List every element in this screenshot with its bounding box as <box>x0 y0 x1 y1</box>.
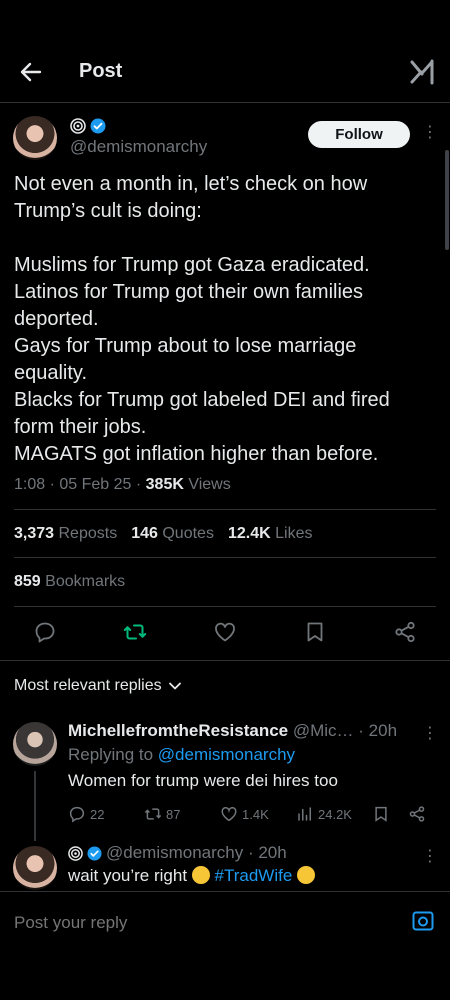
divider <box>14 557 436 558</box>
reply-like-button[interactable]: 1.4K <box>220 805 269 823</box>
likes-stat[interactable]: 12.4K Likes <box>228 525 313 543</box>
reply-icon <box>69 806 85 823</box>
reply-more-options-icon[interactable]: ⋮ <box>422 846 438 866</box>
reply-avatar[interactable] <box>13 722 57 766</box>
zany-face-emoji-icon <box>297 866 316 884</box>
reply-reposts-count: 87 <box>166 806 181 822</box>
views-count: 385K <box>145 476 184 493</box>
replying-to-handle[interactable]: @demismonarchy <box>158 745 295 764</box>
chevron-down-icon <box>168 682 181 690</box>
replies-sort-dropdown[interactable]: Most relevant replies <box>14 677 181 695</box>
engagement-stats: 3,373 Reposts 146 Quotes 12.4K Likes <box>14 525 312 543</box>
reply-views-button[interactable]: 24.2K <box>296 805 352 823</box>
author-handle[interactable]: @demismonarchy <box>70 137 207 157</box>
divider <box>14 509 436 510</box>
reposts-count: 3,373 <box>14 525 55 542</box>
reply-icon[interactable] <box>33 620 57 644</box>
reply-more-options-icon[interactable]: ⋮ <box>422 723 438 743</box>
reply-handle-time: @demismonarchy · 20h <box>106 843 287 862</box>
views-chart-icon <box>298 807 311 821</box>
verified-badge-icon <box>87 845 102 861</box>
follow-button[interactable]: Follow <box>308 121 410 148</box>
more-options-icon[interactable]: ⋮ <box>422 122 438 144</box>
crying-face-emoji-icon <box>191 866 210 884</box>
x-grok-logo-icon[interactable] <box>408 58 436 86</box>
reply-header: @demismonarchy · 20h <box>68 843 287 863</box>
replying-to-prefix: Replying to <box>68 745 158 764</box>
repost-icon <box>144 808 162 820</box>
camera-icon[interactable] <box>411 909 435 933</box>
back-arrow-icon[interactable] <box>20 62 42 82</box>
author-avatar[interactable] <box>13 116 57 160</box>
divider <box>14 606 436 607</box>
likes-label: Likes <box>275 525 313 542</box>
hashtag-link[interactable]: #TradWife <box>215 866 293 885</box>
reply-reply-button[interactable]: 22 <box>68 805 104 823</box>
reply-repost-button[interactable]: 87 <box>144 805 180 823</box>
page-title: Post <box>79 60 123 82</box>
reposts-label: Reposts <box>58 525 118 542</box>
spiral-emoji-icon <box>70 118 86 134</box>
reply-text-body: wait you’re right <box>68 866 192 885</box>
views-label: Views <box>183 476 231 493</box>
post-meta: 1:08 · 05 Feb 25 · 385K Views <box>14 476 231 494</box>
reply-text: Women for trump were dei hires too <box>68 771 338 790</box>
reply-author-name[interactable]: MichellefromtheResistance <box>68 721 288 740</box>
reply-input[interactable] <box>14 913 374 933</box>
spiral-emoji-icon <box>68 845 83 861</box>
reply-views-count: 24.2K <box>318 806 352 822</box>
bookmarks-label: Bookmarks <box>45 573 126 590</box>
post-timestamp: 1:08 · 05 Feb 25 · <box>14 476 146 493</box>
post-text: Not even a month in, let’s check on how … <box>14 173 390 465</box>
bookmark-icon[interactable] <box>303 620 327 644</box>
share-icon[interactable] <box>393 620 417 644</box>
reposts-stat[interactable]: 3,373 Reposts <box>14 525 117 543</box>
reply-replies-count: 22 <box>90 806 105 822</box>
quotes-stat[interactable]: 146 Quotes <box>131 525 214 543</box>
reply-avatar[interactable] <box>13 846 57 890</box>
bookmarks-stat[interactable]: 859 Bookmarks <box>14 573 125 591</box>
like-icon <box>221 806 237 822</box>
verified-badge-icon <box>90 118 106 134</box>
reply-composer <box>0 891 450 951</box>
reply-likes-count: 1.4K <box>242 806 269 822</box>
likes-count: 12.4K <box>227 525 271 542</box>
section-divider <box>0 660 450 661</box>
top-bar: Post <box>0 40 450 103</box>
bookmarks-count: 859 <box>14 573 41 590</box>
scrollbar[interactable] <box>445 150 449 250</box>
quotes-count: 146 <box>131 525 158 542</box>
reply-handle-time: @Mic… · 20h <box>288 721 398 740</box>
like-icon[interactable] <box>213 620 237 644</box>
reply-text: wait you’re right #TradWife <box>68 866 316 886</box>
repost-icon[interactable] <box>123 620 147 644</box>
replying-to: Replying to @demismonarchy <box>68 745 295 765</box>
reply-header: MichellefromtheResistance @Mic… · 20h <box>68 721 397 741</box>
author-name-badges[interactable] <box>70 117 106 135</box>
reply-bookmark-icon[interactable] <box>372 805 390 823</box>
thread-connector-line <box>34 771 36 841</box>
reply-share-icon[interactable] <box>408 805 426 823</box>
quotes-label: Quotes <box>162 525 214 542</box>
replies-sort-label: Most relevant replies <box>14 677 162 694</box>
